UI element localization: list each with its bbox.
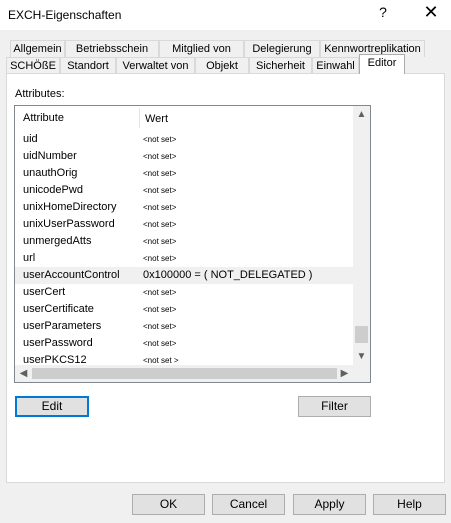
attribute-name: userCert <box>23 286 66 298</box>
filter-button[interactable]: Filter <box>298 396 371 417</box>
column-header-attribute[interactable]: Attribute <box>23 112 64 124</box>
window-title: EXCH-Eigenschaften <box>8 8 122 22</box>
attribute-value: <not set> <box>143 288 177 297</box>
scrollbar-corner <box>353 365 370 382</box>
attribute-name: url <box>23 252 36 264</box>
tab-objekt[interactable]: Objekt <box>195 57 249 74</box>
list-row[interactable]: userPassword <not set> <box>15 335 353 352</box>
attribute-name: unmergedAtts <box>23 235 92 247</box>
list-row[interactable]: url <not set> <box>15 250 353 267</box>
tab-einwahl[interactable]: Einwahl <box>312 57 359 74</box>
attribute-value: <not set > <box>143 356 179 365</box>
list-row[interactable]: userPKCS12 <not set > <box>15 352 353 365</box>
tab-delegierung[interactable]: Delegierung <box>244 40 320 57</box>
tab-standort[interactable]: Standort <box>60 57 116 74</box>
attributes-label: Attributes: <box>15 88 65 100</box>
tab-editor[interactable]: Editor <box>359 54 405 74</box>
attribute-value: <not set> <box>143 322 177 331</box>
attribute-name: uid <box>23 133 38 145</box>
attribute-value: <not set> <box>143 152 177 161</box>
attribute-value: <not set> <box>143 237 177 246</box>
attribute-value: <not set> <box>143 305 177 314</box>
attribute-name: userParameters <box>23 320 102 332</box>
list-row-selected[interactable]: userAccountControl 0x100000 = ( NOT_DELE… <box>15 267 353 284</box>
attribute-value: <not set> <box>143 339 177 348</box>
close-icon[interactable]: ✕ <box>422 2 440 22</box>
list-row[interactable]: unicodePwd <not set> <box>15 182 353 199</box>
tab-sicherheit[interactable]: Sicherheit <box>249 57 312 74</box>
attribute-value: <not set> <box>143 203 177 212</box>
tab-allgemein[interactable]: Allgemein <box>10 40 65 57</box>
scroll-right-icon[interactable]: ▶ <box>336 365 353 382</box>
column-separator[interactable] <box>139 108 140 128</box>
attribute-value: <not set> <box>143 169 177 178</box>
attribute-value: <not set> <box>143 254 177 263</box>
tab-mitglied-von[interactable]: Mitglied von <box>159 40 244 57</box>
attribute-value: <not set> <box>143 220 177 229</box>
list-row[interactable]: uidNumber <not set> <box>15 148 353 165</box>
help-button[interactable]: Help <box>373 494 446 515</box>
attribute-name: userPKCS12 <box>23 354 87 365</box>
list-header: Attribute Wert <box>15 106 353 131</box>
attribute-value: <not set> <box>143 186 177 195</box>
tab-betriebsschein[interactable]: Betriebsschein <box>65 40 159 57</box>
apply-button[interactable]: Apply <box>293 494 366 515</box>
column-header-value[interactable]: Wert <box>145 113 168 125</box>
ok-button[interactable]: OK <box>132 494 205 515</box>
attribute-name: userPassword <box>23 337 93 349</box>
horizontal-scroll-thumb[interactable] <box>32 368 337 379</box>
attributes-list[interactable]: Attribute Wert uid <not set> uidNumber <… <box>14 105 371 383</box>
attribute-value: <not set> <box>143 135 177 144</box>
horizontal-scrollbar[interactable]: ◀ ▶ <box>15 365 353 382</box>
vertical-scrollbar[interactable]: ▲ ▼ <box>353 106 370 365</box>
attribute-name: unauthOrig <box>23 167 78 179</box>
title-bar: EXCH-Eigenschaften ? ✕ <box>0 0 451 30</box>
attribute-name: unixHomeDirectory <box>23 201 117 213</box>
list-row[interactable]: unixUserPassword <not set> <box>15 216 353 233</box>
list-row[interactable]: unmergedAtts <not set> <box>15 233 353 250</box>
list-row[interactable]: userParameters <not set> <box>15 318 353 335</box>
attribute-name: uidNumber <box>23 150 77 162</box>
edit-button[interactable]: Edit <box>15 396 89 417</box>
attribute-name: userAccountControl <box>23 269 120 281</box>
cancel-button[interactable]: Cancel <box>212 494 285 515</box>
tab-schoesse[interactable]: SCHÖßE <box>6 57 60 74</box>
list-row[interactable]: userCertificate <not set> <box>15 301 353 318</box>
attribute-name: userCertificate <box>23 303 94 315</box>
attribute-value: 0x100000 = ( NOT_DELEGATED ) <box>143 269 313 281</box>
scroll-left-icon[interactable]: ◀ <box>15 365 32 382</box>
list-row[interactable]: uid <not set> <box>15 131 353 148</box>
attribute-name: unicodePwd <box>23 184 83 196</box>
attribute-name: unixUserPassword <box>23 218 115 230</box>
scroll-up-icon[interactable]: ▲ <box>353 106 370 123</box>
list-row[interactable]: unauthOrig <not set> <box>15 165 353 182</box>
list-row[interactable]: unixHomeDirectory <not set> <box>15 199 353 216</box>
list-row[interactable]: userCert <not set> <box>15 284 353 301</box>
vertical-scroll-thumb[interactable] <box>355 326 368 343</box>
tab-verwaltet-von[interactable]: Verwaltet von <box>116 57 195 74</box>
scroll-down-icon[interactable]: ▼ <box>353 348 370 365</box>
help-icon[interactable]: ? <box>376 4 390 20</box>
